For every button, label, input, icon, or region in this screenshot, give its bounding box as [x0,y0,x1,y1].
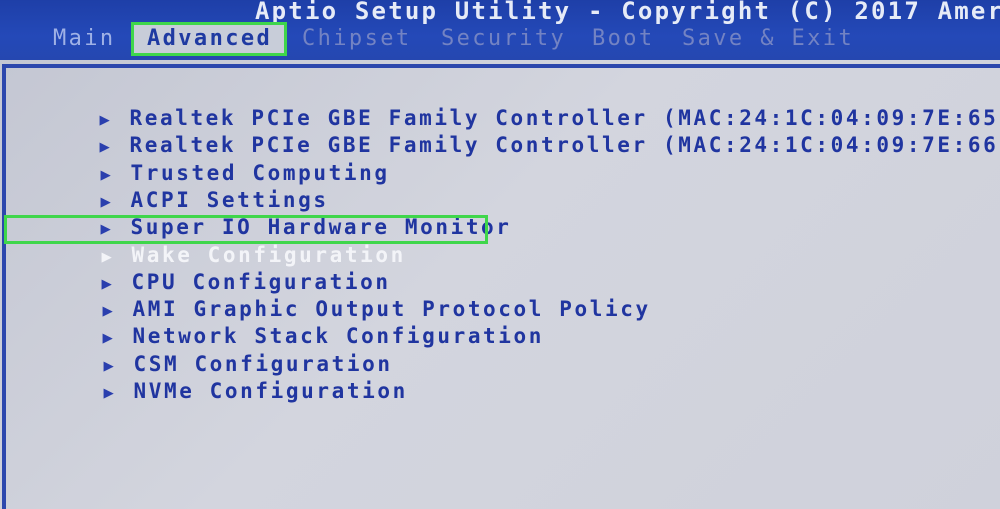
menu-item-cpu-configuration[interactable]: ▶ CPU Configuration [10,243,391,294]
bios-screen: Aptio Setup Utility - Copyright (C) 2017… [0,0,1000,509]
selection-highlight [4,215,488,244]
menu-item-label: NVMe Configuration [133,379,408,403]
menu-item-realtek-65[interactable]: ▶ Realtek PCIe GBE Family Controller (MAC… [8,79,1000,130]
menu-item-realtek-66[interactable]: ▶ Realtek PCIe GBE Family Controller (MAC… [8,106,1000,157]
menu-item-acpi-settings[interactable]: ▶ ACPI Settings [9,161,329,212]
advanced-menu: ▶ Realtek PCIe GBE Family Controller (MAC… [0,0,1000,509]
menu-item-csm-configuration[interactable]: ▶ CSM Configuration [12,325,393,376]
menu-item-super-io-hardware-monitor[interactable]: ▶ Super IO Hardware Monitor [9,188,512,239]
menu-item-nvme-configuration[interactable]: ▶ NVMe Configuration [12,352,408,403]
menu-item-trusted-computing[interactable]: ▶ Trusted Computing [9,134,390,185]
submenu-arrow-icon: ▶ [103,383,114,403]
menu-item-network-stack[interactable]: ▶ Network Stack Configuration [11,297,544,348]
menu-item-ami-graphic-output[interactable]: ▶ AMI Graphic Output Protocol Policy [11,270,651,321]
